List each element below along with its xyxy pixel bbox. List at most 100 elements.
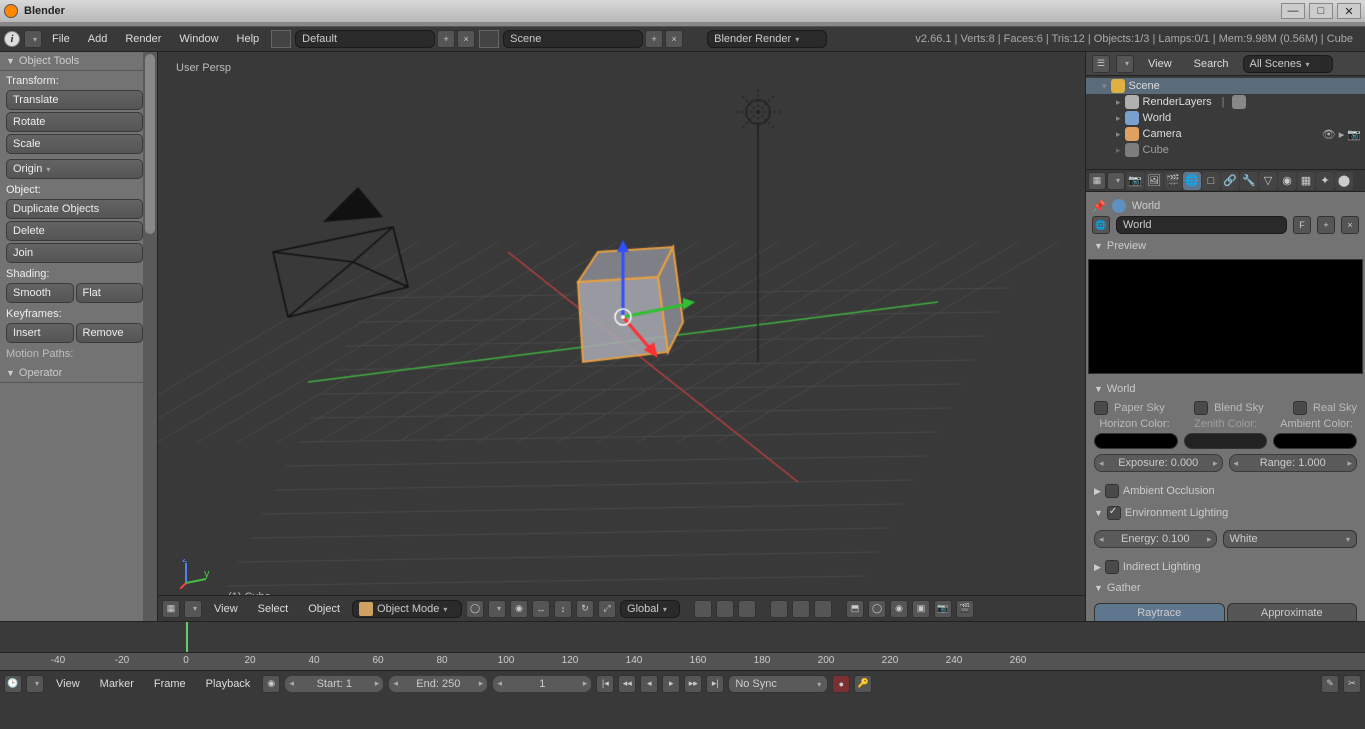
scale-button[interactable]: Scale	[6, 134, 143, 154]
play-icon[interactable]: ▸	[662, 675, 680, 693]
object-tools-header[interactable]: ▼Object Tools	[0, 52, 157, 71]
outliner-filter-dropdown[interactable]: All Scenes	[1243, 55, 1333, 73]
timeline-menu-marker[interactable]: Marker	[92, 675, 142, 693]
horizon-color-swatch[interactable]	[1094, 433, 1178, 449]
auto-keyframe-icon[interactable]: ◉	[262, 675, 280, 693]
keyframe-next-icon[interactable]: ▸▸	[684, 675, 702, 693]
exposure-field[interactable]: ◂Exposure: 0.000▸	[1094, 454, 1223, 472]
world-fake-user[interactable]: F	[1293, 216, 1311, 234]
snap-type-icon[interactable]: ◯	[868, 600, 886, 618]
outliner-item[interactable]: ▸World	[1086, 110, 1365, 126]
toolshelf-scrollbar[interactable]	[143, 52, 157, 621]
manip-translate-icon[interactable]: ↕	[554, 600, 572, 618]
tab-world[interactable]: 🌐	[1183, 172, 1201, 190]
zenith-color-swatch[interactable]	[1184, 433, 1268, 449]
proportional-edit-icon[interactable]: ◉	[890, 600, 908, 618]
shading-dropdown[interactable]: ◯	[466, 600, 484, 618]
world-browse-icon[interactable]: 🌐	[1092, 216, 1110, 234]
ambient-color-swatch[interactable]	[1273, 433, 1357, 449]
keying-set-icon[interactable]: 🔑	[854, 675, 872, 693]
menu-add[interactable]: Add	[80, 30, 116, 48]
tab-modifiers[interactable]: 🔧	[1240, 172, 1258, 190]
env-lighting-header[interactable]: ▼Environment Lighting	[1086, 503, 1365, 523]
sync-dropdown[interactable]: No Sync	[728, 675, 828, 693]
insert-button[interactable]: Insert	[6, 323, 74, 343]
tab-material[interactable]: ◉	[1278, 172, 1296, 190]
timeline-extra-1[interactable]: ✎	[1321, 675, 1339, 693]
real-sky-checkbox[interactable]	[1293, 401, 1307, 415]
layout-add-button[interactable]: +	[437, 30, 455, 48]
menu-render[interactable]: Render	[117, 30, 169, 48]
3dview-editor-dropdown[interactable]	[184, 600, 202, 618]
energy-field[interactable]: ◂Energy: 0.100▸	[1094, 530, 1217, 548]
record-button[interactable]: ●	[832, 675, 850, 693]
scene-browse-icon[interactable]	[479, 30, 499, 48]
delete-button[interactable]: Delete	[6, 221, 143, 241]
3dview-menu-view[interactable]: View	[206, 600, 246, 618]
world-name-field[interactable]: World	[1116, 216, 1287, 234]
tab-render[interactable]: 📷	[1126, 172, 1144, 190]
ao-checkbox[interactable]	[1105, 484, 1119, 498]
outliner-item[interactable]: ▸RenderLayers|	[1086, 94, 1365, 110]
layer-btn-2[interactable]	[716, 600, 734, 618]
jump-start-icon[interactable]: |◂	[596, 675, 614, 693]
3dview-editor-icon[interactable]: ▦	[162, 600, 180, 618]
snap-toggle-icon[interactable]: ⬒	[846, 600, 864, 618]
info-editor-icon[interactable]: i	[4, 31, 20, 47]
layer-btn-1[interactable]	[694, 600, 712, 618]
play-reverse-icon[interactable]: ◂	[640, 675, 658, 693]
end-frame-field[interactable]: ◂End: 250▸	[388, 675, 488, 693]
keyframe-prev-icon[interactable]: ◂◂	[618, 675, 636, 693]
menu-help[interactable]: Help	[229, 30, 268, 48]
scene-add-button[interactable]: +	[645, 30, 663, 48]
layer-btn-5[interactable]	[792, 600, 810, 618]
shading-mode-arrow[interactable]	[488, 600, 506, 618]
world-unlink-button[interactable]: ×	[1341, 216, 1359, 234]
tab-data[interactable]: ▽	[1259, 172, 1277, 190]
rotate-button[interactable]: Rotate	[6, 112, 143, 132]
env-lighting-checkbox[interactable]	[1107, 506, 1121, 520]
3d-viewport[interactable]: User Persp zy (1) Cube ▦ View Select Obj…	[158, 52, 1085, 621]
timeline-canvas[interactable]	[0, 622, 1365, 652]
pin-icon[interactable]: 📌	[1092, 200, 1106, 213]
3dview-menu-select[interactable]: Select	[250, 600, 297, 618]
timeline-ruler[interactable]: -40-200204060801001201401601802002202402…	[0, 652, 1365, 670]
outliner-editor-icon[interactable]: ☰	[1092, 55, 1110, 73]
outliner-menu-search[interactable]: Search	[1186, 55, 1237, 73]
duplicate-button[interactable]: Duplicate Objects	[6, 199, 143, 219]
tab-scene[interactable]: 🎬	[1164, 172, 1182, 190]
timeline-menu-frame[interactable]: Frame	[146, 675, 194, 693]
timeline-playhead[interactable]	[186, 622, 188, 652]
preview-panel-header[interactable]: ▼Preview	[1086, 237, 1365, 255]
paper-sky-checkbox[interactable]	[1094, 401, 1108, 415]
timeline-editor-dropdown[interactable]	[26, 675, 44, 693]
opengl-render-icon[interactable]: 📷	[934, 600, 952, 618]
translate-button[interactable]: Translate	[6, 90, 143, 110]
pivot-dropdown[interactable]: ◉	[510, 600, 528, 618]
world-add-button[interactable]: +	[1317, 216, 1335, 234]
screen-layout-dropdown[interactable]: Default	[295, 30, 435, 48]
outliner-editor-dropdown[interactable]	[1116, 55, 1134, 73]
join-button[interactable]: Join	[6, 243, 143, 263]
remove-button[interactable]: Remove	[76, 323, 144, 343]
properties-editor-dropdown[interactable]	[1107, 172, 1125, 190]
menu-window[interactable]: Window	[171, 30, 226, 48]
timeline-editor-icon[interactable]: 🕒	[4, 675, 22, 693]
outliner-item[interactable]: ▾Scene	[1086, 78, 1365, 94]
indirect-checkbox[interactable]	[1105, 560, 1119, 574]
opengl-anim-icon[interactable]: 🎬	[956, 600, 974, 618]
layer-btn-6[interactable]	[814, 600, 832, 618]
tab-physics[interactable]: ⬤	[1335, 172, 1353, 190]
outliner-menu-view[interactable]: View	[1140, 55, 1180, 73]
layer-btn-4[interactable]	[770, 600, 788, 618]
tab-renderlayers[interactable]: 🖼	[1145, 172, 1163, 190]
3dview-menu-object[interactable]: Object	[300, 600, 348, 618]
range-field[interactable]: ◂Range: 1.000▸	[1229, 454, 1358, 472]
scene-delete-button[interactable]: ×	[665, 30, 683, 48]
orientation-dropdown[interactable]: Global	[620, 600, 680, 618]
tab-constraints[interactable]: 🔗	[1221, 172, 1239, 190]
tab-object[interactable]: □	[1202, 172, 1220, 190]
origin-dropdown[interactable]: Origin	[6, 159, 143, 179]
flat-button[interactable]: Flat	[76, 283, 144, 303]
layer-btn-3[interactable]	[738, 600, 756, 618]
